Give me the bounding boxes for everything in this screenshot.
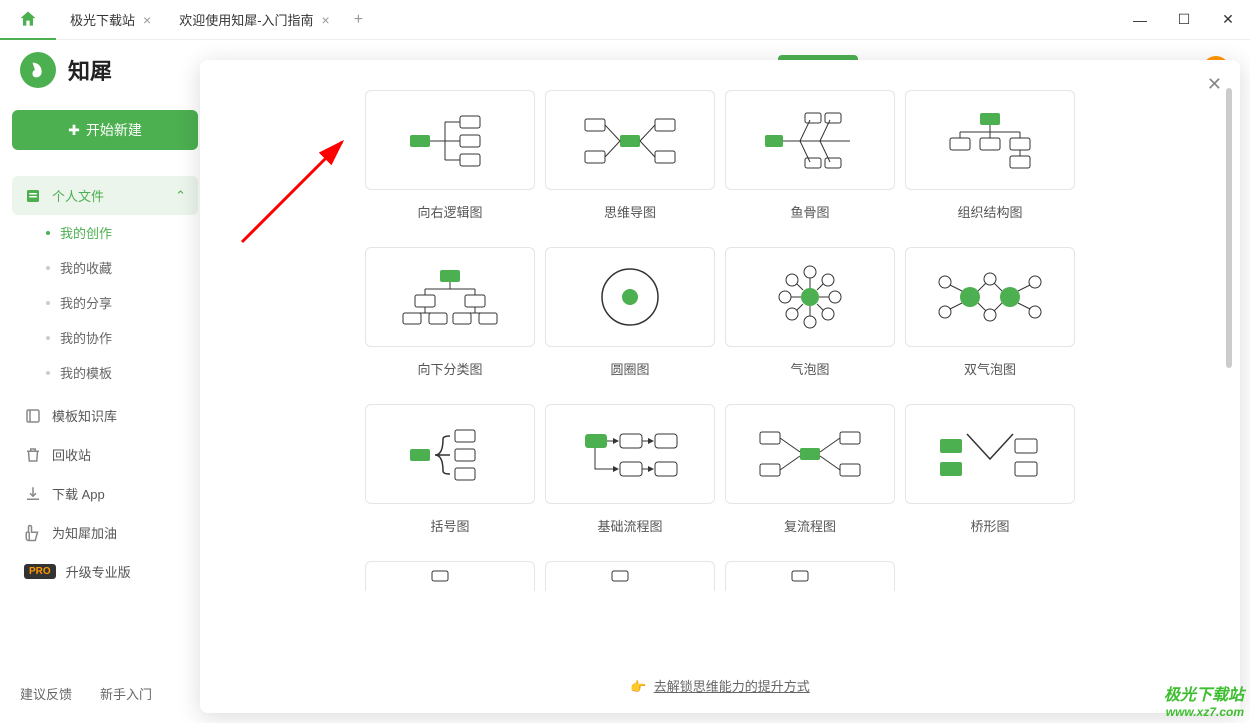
window-close-button[interactable]: ✕ (1206, 0, 1250, 40)
template-label: 向下分类图 (417, 359, 482, 378)
tab-2-close-icon[interactable]: × (322, 12, 330, 28)
sidebar-sub-templates[interactable]: 我的模板 (12, 355, 198, 390)
sidebar-sub-favorites[interactable]: 我的收藏 (12, 250, 198, 285)
sidebar-sub-shares[interactable]: 我的分享 (12, 285, 198, 320)
tab-1-label: 极光下载站 (70, 10, 135, 29)
template-thumbnail (365, 404, 535, 504)
sidebar: ✚ 开始新建 个人文件 ⌃ 我的创作 我的收藏 我的分享 我的协作 我的模板 模… (0, 100, 210, 723)
pro-badge: PRO (24, 564, 56, 579)
template-label: 气泡图 (790, 359, 829, 378)
app-logo-icon (20, 52, 56, 88)
sidebar-item-download[interactable]: 下载 App (12, 474, 198, 513)
template-card-9[interactable]: 基础流程图 (545, 404, 715, 535)
home-tab[interactable] (0, 0, 56, 40)
template-thumbnail (725, 247, 895, 347)
template-label: 思维导图 (604, 202, 656, 221)
plus-icon: ✚ (68, 122, 80, 139)
template-card-0[interactable]: 向右逻辑图 (365, 90, 535, 221)
sidebar-item-recycle[interactable]: 回收站 (12, 435, 198, 474)
template-thumbnail (725, 404, 895, 504)
template-thumbnail (905, 247, 1075, 347)
modal-unlock-link[interactable]: 去解锁思维能力的提升方式 (654, 679, 810, 694)
template-thumbnail (545, 404, 715, 504)
template-thumbnail (545, 90, 715, 190)
template-thumbnail (725, 561, 895, 591)
footer-guide-link[interactable]: 新手入门 (100, 684, 152, 703)
template-card-6[interactable]: 气泡图 (725, 247, 895, 378)
tab-2-label: 欢迎使用知犀-入门指南 (179, 10, 313, 29)
sidebar-personal-label: 个人文件 (52, 186, 104, 205)
start-create-button[interactable]: ✚ 开始新建 (12, 110, 198, 150)
sidebar-sub-collab[interactable]: 我的协作 (12, 320, 198, 355)
pointing-hand-icon: 👉 (630, 679, 646, 694)
template-card-5[interactable]: 圆圈图 (545, 247, 715, 378)
template-thumbnail (905, 90, 1075, 190)
sidebar-sub-creations[interactable]: 我的创作 (12, 215, 198, 250)
watermark: 极光下载站 www.xz7.com (1164, 681, 1244, 719)
template-label: 组织结构图 (957, 202, 1022, 221)
template-card-partial[interactable] (365, 561, 535, 591)
sidebar-item-template-lib[interactable]: 模板知识库 (12, 396, 198, 435)
template-thumbnail (725, 90, 895, 190)
sidebar-item-personal[interactable]: 个人文件 ⌃ (12, 176, 198, 215)
template-label: 向右逻辑图 (417, 202, 482, 221)
titlebar: 极光下载站 × 欢迎使用知犀-入门指南 × + — ☐ ✕ (0, 0, 1250, 40)
template-card-3[interactable]: 组织结构图 (905, 90, 1075, 221)
template-thumbnail (905, 404, 1075, 504)
template-thumbnail (365, 247, 535, 347)
sidebar-item-upgrade[interactable]: PRO 升级专业版 (12, 552, 198, 591)
template-label: 复流程图 (784, 516, 836, 535)
template-card-partial[interactable] (545, 561, 715, 591)
template-label: 圆圈图 (610, 359, 649, 378)
template-card-4[interactable]: 向下分类图 (365, 247, 535, 378)
window-minimize-button[interactable]: — (1118, 0, 1162, 40)
template-card-11[interactable]: 桥形图 (905, 404, 1075, 535)
template-card-8[interactable]: 括号图 (365, 404, 535, 535)
tab-1[interactable]: 极光下载站 × (56, 0, 165, 40)
template-card-2[interactable]: 鱼骨图 (725, 90, 895, 221)
template-thumbnail (365, 561, 535, 591)
scrollbar-thumb[interactable] (1226, 88, 1232, 368)
tab-1-close-icon[interactable]: × (143, 12, 151, 28)
footer-feedback-link[interactable]: 建议反馈 (20, 684, 72, 703)
window-maximize-button[interactable]: ☐ (1162, 0, 1206, 40)
tab-2[interactable]: 欢迎使用知犀-入门指南 × (165, 0, 344, 40)
template-card-partial[interactable] (725, 561, 895, 591)
template-label: 鱼骨图 (790, 202, 829, 221)
template-thumbnail (545, 561, 715, 591)
template-label: 双气泡图 (964, 359, 1016, 378)
template-label: 括号图 (430, 516, 469, 535)
app-name: 知犀 (68, 54, 112, 86)
start-create-label: 开始新建 (86, 120, 142, 140)
template-label: 桥形图 (970, 516, 1009, 535)
template-card-7[interactable]: 双气泡图 (905, 247, 1075, 378)
new-tab-button[interactable]: + (344, 11, 373, 29)
template-picker-modal: ✕ 向右逻辑图思维导图鱼骨图组织结构图向下分类图圆圈图气泡图双气泡图括号图基础流… (200, 60, 1240, 713)
chevron-up-icon: ⌃ (175, 188, 186, 204)
sidebar-item-cheer[interactable]: 为知犀加油 (12, 513, 198, 552)
template-thumbnail (365, 90, 535, 190)
template-card-10[interactable]: 复流程图 (725, 404, 895, 535)
template-thumbnail (545, 247, 715, 347)
template-card-1[interactable]: 思维导图 (545, 90, 715, 221)
template-label: 基础流程图 (597, 516, 662, 535)
